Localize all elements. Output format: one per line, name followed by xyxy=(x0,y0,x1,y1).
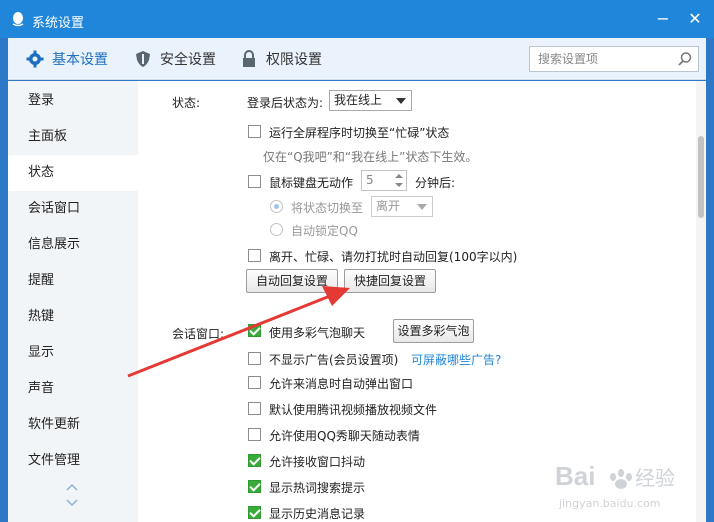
sidebar-item-status[interactable]: 状态 xyxy=(8,155,138,191)
sidebar-item-login[interactable]: 登录 xyxy=(8,83,138,119)
no-ads-checkbox[interactable] xyxy=(248,352,261,365)
tab-label: 安全设置 xyxy=(160,52,216,68)
history-messages-label: 显示历史消息记录 xyxy=(269,507,366,521)
search-icon[interactable] xyxy=(677,51,693,67)
auto-reply-label: 离开、忙碌、请勿打扰时自动回复(100字以内) xyxy=(269,250,518,264)
sidebar-item-reminder[interactable]: 提醒 xyxy=(8,263,138,299)
stepper-up-icon[interactable] xyxy=(395,174,403,178)
tab-security-settings[interactable]: 安全设置 xyxy=(134,38,216,80)
quick-reply-settings-button[interactable]: 快捷回复设置 xyxy=(344,269,436,293)
no-ads-label: 不显示广告(会员设置项) xyxy=(269,353,399,367)
baidu-jingyan-watermark: Bai 经验 jingyan.baidu.com xyxy=(555,455,690,515)
auto-popup-label: 允许来消息时自动弹出窗口 xyxy=(269,377,414,391)
blockable-ads-link[interactable]: 可屏蔽哪些广告? xyxy=(411,351,501,368)
auto-lock-radio[interactable] xyxy=(270,223,283,236)
auto-lock-label: 自动锁定QQ xyxy=(291,224,358,238)
login-status-value: 我在线上 xyxy=(334,93,383,107)
switch-status-value: 离开 xyxy=(376,199,401,213)
login-status-dropdown[interactable]: 我在线上 xyxy=(329,90,412,111)
hot-word-checkbox[interactable] xyxy=(248,480,261,493)
shield-icon xyxy=(136,51,150,67)
window-shake-checkbox[interactable] xyxy=(248,454,261,467)
scrollbar-thumb[interactable] xyxy=(698,136,704,218)
set-bubble-button[interactable]: 设置多彩气泡 xyxy=(393,319,474,343)
fullscreen-busy-checkbox[interactable] xyxy=(248,125,261,138)
idle-checkbox[interactable] xyxy=(248,175,261,188)
hot-word-label: 显示热词搜索提示 xyxy=(269,481,366,495)
stepper-down-icon[interactable] xyxy=(395,183,403,187)
tencent-video-label: 默认使用腾讯视频播放视频文件 xyxy=(269,403,438,417)
tab-label: 权限设置 xyxy=(266,52,322,68)
bubble-chat-checkbox[interactable] xyxy=(248,324,261,337)
tab-label: 基本设置 xyxy=(52,52,108,68)
sidebar-item-main-panel[interactable]: 主面板 xyxy=(8,119,138,155)
content-scrollbar[interactable] xyxy=(696,81,706,522)
lock-icon xyxy=(243,50,255,67)
dropdown-arrow-icon xyxy=(396,98,406,104)
switch-status-dropdown[interactable]: 离开 xyxy=(371,196,433,217)
login-status-label: 登录后状态为: xyxy=(247,96,324,110)
auto-reply-settings-button[interactable]: 自动回复设置 xyxy=(246,269,338,293)
chevron-down-icon[interactable] xyxy=(66,499,78,507)
dropdown-arrow-icon xyxy=(417,204,427,210)
settings-tab-bar: 基本设置 安全设置 权限设置 xyxy=(8,38,706,80)
status-section-label: 状态: xyxy=(172,96,201,110)
fullscreen-hint: 仅在“Q我吧”和“我在线上”状态下生效。 xyxy=(263,150,478,164)
sidebar-item-software-update[interactable]: 软件更新 xyxy=(8,407,138,443)
title-bar: 系统设置 − ✕ xyxy=(0,0,714,38)
qqshow-emoticon-checkbox[interactable] xyxy=(248,428,261,441)
tencent-video-checkbox[interactable] xyxy=(248,402,261,415)
tab-permission-settings[interactable]: 权限设置 xyxy=(240,38,322,80)
sidebar-item-info-display[interactable]: 信息展示 xyxy=(8,227,138,263)
fullscreen-busy-label: 运行全屏程序时切换至“忙碌”状态 xyxy=(269,126,450,140)
gear-icon xyxy=(26,50,44,68)
sidebar-item-display[interactable]: 显示 xyxy=(8,335,138,371)
watermark-brand: Bai xyxy=(555,461,595,491)
chevron-up-icon[interactable] xyxy=(66,483,78,491)
bubble-chat-label: 使用多彩气泡聊天 xyxy=(269,326,366,340)
tab-basic-settings[interactable]: 基本设置 xyxy=(26,38,108,80)
sidebar-item-hotkey[interactable]: 热键 xyxy=(8,299,138,335)
auto-reply-checkbox[interactable] xyxy=(248,249,261,262)
auto-popup-checkbox[interactable] xyxy=(248,376,261,389)
idle-minutes-stepper[interactable]: 5 xyxy=(361,170,407,191)
chat-section-label: 会话窗口: xyxy=(172,327,225,341)
settings-sidebar: 登录 主面板 状态 会话窗口 信息展示 提醒 热键 显示 声音 软件更新 文件管… xyxy=(8,81,138,522)
qq-penguin-icon xyxy=(12,12,24,27)
idle-suffix-label: 分钟后: xyxy=(415,176,456,190)
sidebar-item-file-management[interactable]: 文件管理 xyxy=(8,443,138,479)
window-title: 系统设置 xyxy=(32,16,85,31)
idle-minutes-value: 5 xyxy=(366,173,374,187)
watermark-url: jingyan.baidu.com xyxy=(558,497,661,510)
close-button[interactable]: ✕ xyxy=(684,8,706,30)
minimize-button[interactable]: − xyxy=(652,8,674,30)
history-messages-checkbox[interactable] xyxy=(248,506,261,519)
qqshow-emoticon-label: 允许使用QQ秀聊天随动表情 xyxy=(269,429,420,443)
watermark-brand2: 经验 xyxy=(635,466,675,490)
baidu-logo-icon: Bai 经验 jingyan.baidu.com xyxy=(555,461,675,510)
settings-search-box[interactable] xyxy=(529,46,699,72)
sidebar-item-chat-window[interactable]: 会话窗口 xyxy=(8,191,138,227)
search-input[interactable] xyxy=(530,47,668,71)
switch-status-label: 将状态切换至 xyxy=(291,201,364,215)
switch-status-radio[interactable] xyxy=(270,200,283,213)
idle-label: 鼠标键盘无动作 xyxy=(269,176,354,190)
window-shake-label: 允许接收窗口抖动 xyxy=(269,455,366,469)
sidebar-item-sound[interactable]: 声音 xyxy=(8,371,138,407)
